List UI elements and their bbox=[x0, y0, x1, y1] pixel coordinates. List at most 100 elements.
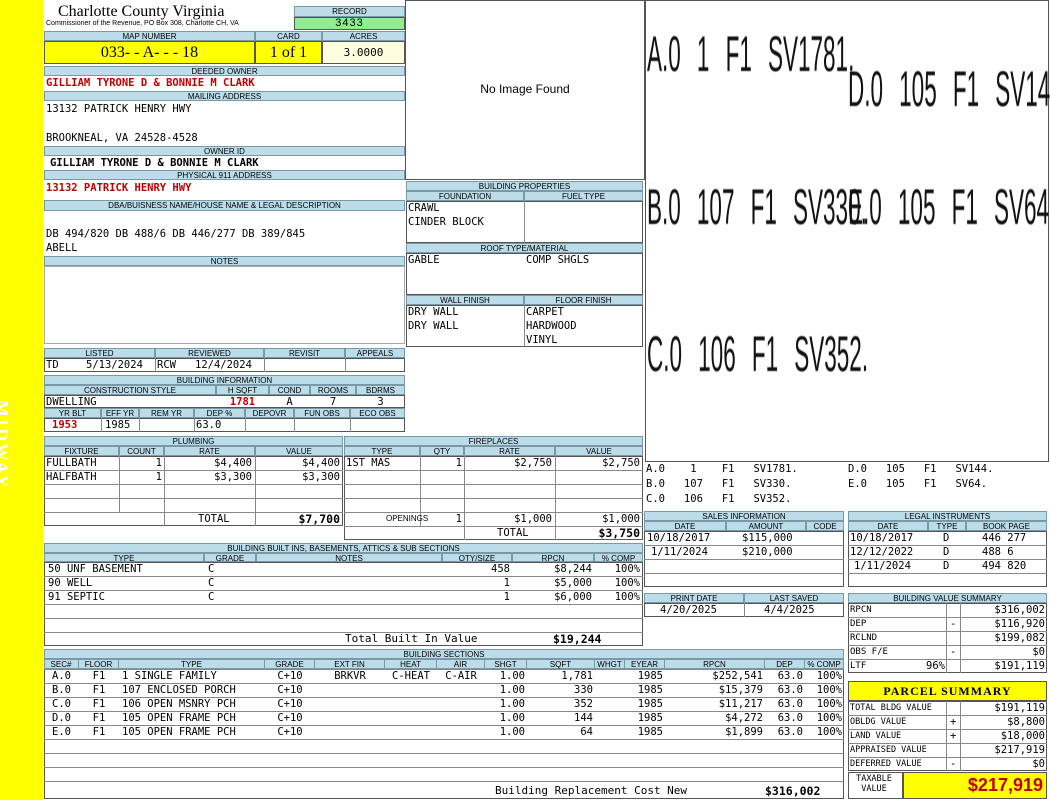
vs-dep-label: DEP bbox=[850, 619, 867, 629]
acres-value: 3.0000 bbox=[322, 41, 405, 64]
owner-id: GILLIAM TYRONE D & BONNIE M CLARK bbox=[50, 157, 259, 169]
sales-row-1-date: 10/18/2017 bbox=[647, 532, 711, 544]
builtin-row-3-comp: 100% bbox=[614, 591, 640, 603]
section-row-5-grade: C+10 bbox=[277, 726, 303, 738]
legal-row-2-type: D bbox=[943, 546, 950, 558]
section-row-2-floor: F1 bbox=[92, 684, 106, 696]
openings-rate: $1,000 bbox=[514, 513, 552, 525]
parcel-land-label: LAND VALUE bbox=[850, 731, 902, 741]
parcel-obldg-sign: + bbox=[950, 716, 957, 728]
section-row-2-eyear: 1985 bbox=[637, 684, 663, 696]
builtin-row-1-grade: C bbox=[208, 563, 215, 575]
dep-label: DEP % bbox=[194, 408, 245, 418]
vs-rpcn-label: RPCN bbox=[850, 605, 872, 615]
card-value: 1 of 1 bbox=[255, 41, 322, 64]
section-row-3-dep: 63.0 bbox=[777, 698, 803, 710]
taxable-value: $217,919 bbox=[903, 772, 1047, 799]
legal-row-3-bp: 494 820 bbox=[982, 560, 1027, 572]
plumbing-total: $7,700 bbox=[298, 512, 340, 526]
sketch-label-c: C.0 106 F1 SV352. bbox=[647, 326, 869, 382]
listed-by: TD bbox=[46, 359, 59, 371]
legal-col-bookpage: BOOK PAGE bbox=[966, 521, 1047, 531]
county-subtitle: Commissioner of the Revenue, PO Box 308,… bbox=[46, 20, 239, 27]
effyr-label: EFF YR bbox=[101, 408, 139, 418]
record-value: 3433 bbox=[294, 17, 405, 30]
sections-label: BUILDING SECTIONS bbox=[44, 649, 844, 659]
parcel-deferred-value: $0 bbox=[1032, 758, 1045, 770]
section-row-4-floor: F1 bbox=[92, 712, 106, 724]
builtin-row-1-type: 50 UNF BASEMENT bbox=[48, 563, 143, 575]
sections-col-dep: DEP bbox=[765, 660, 805, 669]
vs-obs-value: $0 bbox=[1032, 646, 1045, 658]
section-row-2-grade: C+10 bbox=[277, 684, 303, 696]
section-row-1-comp: 100% bbox=[816, 670, 842, 682]
sections-col-rpcn: RPCN bbox=[665, 660, 765, 669]
deeded-owner-label: DEEDED OWNER bbox=[44, 66, 405, 76]
section-row-2-rpcn: $15,379 bbox=[718, 684, 763, 696]
section-row-3-grade: C+10 bbox=[277, 698, 303, 710]
builtin-row-1-qty: 458 bbox=[491, 563, 510, 575]
builtin-row-1-rpcn: $8,244 bbox=[554, 563, 592, 575]
sketch-label-a: A.0 1 F1 SV1781. bbox=[647, 26, 855, 82]
fireplace-col-value: VALUE bbox=[555, 446, 643, 456]
section-row-2-dep: 63.0 bbox=[777, 684, 803, 696]
builtin-row-2-qty: 1 bbox=[503, 577, 510, 589]
depovr-label: DEPOVR bbox=[245, 408, 294, 418]
sketch-legend-4: E.0 105 F1 SV64. bbox=[848, 478, 988, 490]
section-row-1-eyear: 1985 bbox=[637, 670, 663, 682]
plumbing-label: PLUMBING bbox=[44, 436, 343, 446]
section-row-5-sec: E.0 bbox=[52, 726, 71, 738]
section-row-5-shgt: 1.00 bbox=[499, 726, 525, 738]
floor-finish-2: HARDWOOD bbox=[526, 320, 577, 332]
section-row-1-floor: F1 bbox=[92, 670, 106, 682]
section-row-3-floor: F1 bbox=[92, 698, 106, 710]
builtins-col-comp: % COMP bbox=[594, 553, 643, 562]
parcel-appraised-label: APPRAISED VALUE bbox=[850, 745, 927, 755]
section-row-1-grade: C+10 bbox=[277, 670, 303, 682]
roof-type: GABLE bbox=[408, 254, 440, 266]
construction-style: DWELLING bbox=[46, 396, 97, 408]
reviewed-date: 12/4/2024 bbox=[195, 359, 252, 371]
print-date: 4/20/2025 bbox=[660, 604, 717, 616]
sales-row-1-amount: $115,000 bbox=[742, 532, 793, 544]
plumbing-row-2-rate: $3,300 bbox=[214, 471, 252, 483]
legal-col-date: DATE bbox=[848, 521, 928, 531]
fireplace-col-qty: QTY bbox=[420, 446, 464, 456]
listed-label: LISTED bbox=[44, 348, 155, 358]
sales-col-code: CODE bbox=[806, 521, 844, 531]
sketch-label-e: E.0 105 F1 SV64. bbox=[848, 179, 1050, 235]
remyr-label: REM YR bbox=[139, 408, 194, 418]
sections-col-eyear: EYEAR bbox=[625, 660, 665, 669]
section-row-5-floor: F1 bbox=[92, 726, 106, 738]
wall-finish-1: DRY WALL bbox=[408, 306, 459, 318]
vs-ltf-pct: 96% bbox=[926, 660, 945, 672]
roof-material: COMP SHGLS bbox=[526, 254, 590, 266]
plumbing-row-2-count: 1 bbox=[155, 471, 162, 483]
sections-col-floor: FLOOR bbox=[79, 660, 119, 669]
rooms-label: ROOMS bbox=[310, 385, 356, 395]
legal-row-1-type: D bbox=[943, 532, 950, 544]
sections-col-extfin: EXT FIN bbox=[315, 660, 385, 669]
sections-col-grade: GRADE bbox=[265, 660, 315, 669]
revisit-label: REVISIT bbox=[264, 348, 345, 358]
sections-col-whgt: WHGT bbox=[595, 660, 625, 669]
vs-ltf-label: LTF bbox=[850, 661, 867, 671]
building-info-label: BUILDING INFORMATION bbox=[44, 375, 405, 385]
effyr-value: 1985 bbox=[105, 419, 131, 431]
acres-label: ACRES bbox=[322, 31, 405, 41]
vs-obs-label: OBS F/E bbox=[850, 647, 888, 657]
card-label: CARD bbox=[255, 31, 322, 41]
vs-ltf-value: $191,119 bbox=[994, 660, 1045, 672]
side-label: MIDWAY bbox=[0, 400, 12, 490]
vs-dep-sign: - bbox=[950, 618, 957, 630]
plumbing-row-1-value: $4,400 bbox=[302, 457, 340, 469]
section-row-5-rpcn: $1,899 bbox=[725, 726, 763, 738]
builtins-col-qty: QTY/SIZE bbox=[442, 553, 512, 562]
mailing-address-label: MAILING ADDRESS bbox=[44, 91, 405, 101]
legal-row-2-bp: 488 6 bbox=[982, 546, 1014, 558]
legal-row-3-type: D bbox=[943, 560, 950, 572]
section-row-4-shgt: 1.00 bbox=[499, 712, 525, 724]
plumbing-row-1-rate: $4,400 bbox=[214, 457, 252, 469]
funobs-label: FUN OBS bbox=[294, 408, 350, 418]
sketch-label-b: B.0 107 F1 SV330. bbox=[647, 179, 867, 235]
